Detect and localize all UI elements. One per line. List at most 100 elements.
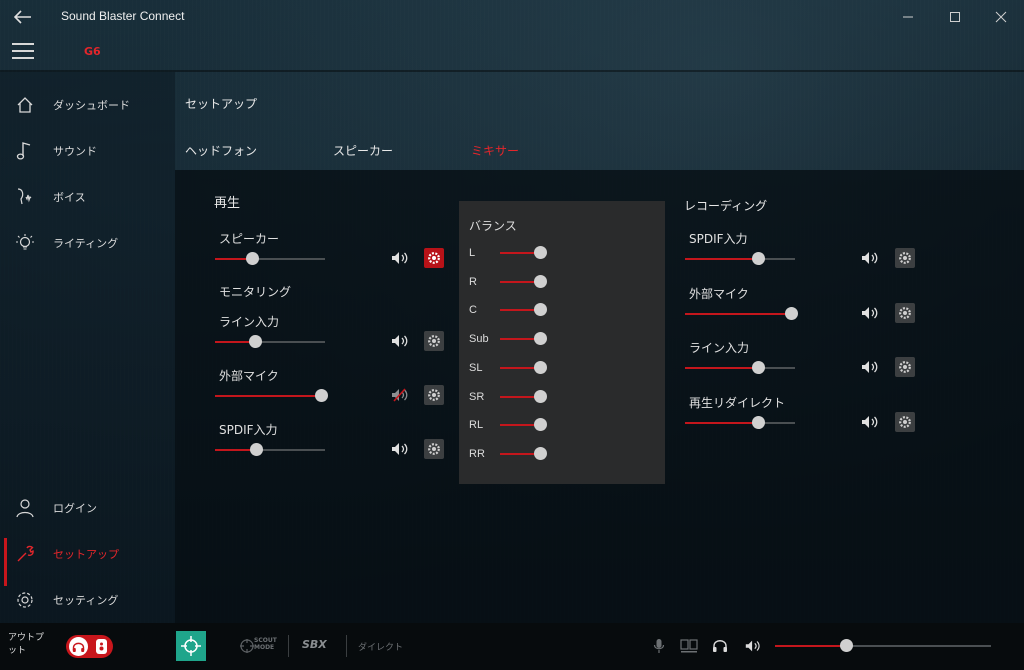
- balance-slider-l[interactable]: [500, 246, 547, 260]
- output-toggle[interactable]: [66, 635, 113, 658]
- balance-channel-label: Sub: [469, 333, 489, 346]
- sidebar-item-setup[interactable]: セットアップ: [0, 534, 175, 586]
- balance-slider-rl[interactable]: [500, 418, 547, 432]
- playback-spdif-slider[interactable]: [215, 443, 325, 457]
- recording-volume-icon[interactable]: [860, 413, 880, 431]
- balance-slider-rr[interactable]: [500, 446, 547, 461]
- sidebar-item-settings[interactable]: セッティング: [0, 580, 175, 620]
- sidebar-item-label: ダッシュボード: [53, 99, 130, 112]
- output-label: アウトプット: [8, 633, 45, 656]
- scout-mode-label[interactable]: SCOUT MODE: [254, 637, 280, 651]
- app-title: Sound Blaster Connect: [61, 9, 185, 23]
- playback-channel-label: スピーカー: [219, 232, 280, 246]
- back-button[interactable]: [10, 5, 36, 29]
- recording-slider[interactable]: [685, 252, 795, 266]
- balance-channel-label: C: [469, 304, 477, 317]
- sidebar-item-login[interactable]: ログイン: [0, 488, 175, 528]
- recording-volume-icon[interactable]: [860, 249, 880, 267]
- slider-knob[interactable]: [751, 252, 765, 265]
- slider-knob[interactable]: [784, 306, 798, 320]
- headset-icon[interactable]: [711, 637, 729, 655]
- active-indicator: [4, 538, 7, 586]
- hamburger-menu-button[interactable]: [12, 43, 34, 59]
- recording-settings-button[interactable]: [895, 302, 915, 323]
- playback-channel-label: SPDIF入力: [219, 423, 278, 437]
- playback-line-in-slider[interactable]: [215, 335, 325, 349]
- line-in-settings-button[interactable]: [424, 331, 444, 351]
- direct-mode-button[interactable]: ダイレクト: [358, 640, 403, 653]
- slider-knob[interactable]: [751, 361, 765, 374]
- page-title: セットアップ: [185, 97, 258, 111]
- balance-slider-sr[interactable]: [500, 389, 547, 404]
- sidebar: ダッシュボード サウンド ボイス ライティング ログイン セットアップ セッティ…: [0, 72, 175, 623]
- tab-headphones[interactable]: ヘッドフォン: [185, 142, 257, 159]
- microphone-icon[interactable]: [650, 637, 668, 655]
- sidebar-item-label: ログイン: [53, 502, 97, 515]
- slider-knob[interactable]: [840, 639, 854, 652]
- maximize-button[interactable]: [940, 6, 970, 28]
- slider-knob[interactable]: [249, 443, 263, 456]
- line-in-volume-icon[interactable]: [390, 332, 410, 350]
- slider-knob[interactable]: [534, 303, 547, 317]
- slider-knob[interactable]: [534, 246, 547, 259]
- slider-knob[interactable]: [534, 446, 547, 460]
- slider-knob[interactable]: [751, 415, 765, 429]
- slider-knob[interactable]: [534, 274, 547, 288]
- spdif-volume-icon[interactable]: [390, 440, 410, 458]
- balance-channel-label: RR: [469, 447, 485, 460]
- recording-channel-label: 外部マイク: [689, 286, 749, 301]
- balance-slider-sub[interactable]: [500, 332, 547, 346]
- sidebar-item-voice[interactable]: ボイス: [0, 177, 175, 217]
- dolby-icon[interactable]: [680, 637, 698, 655]
- tab-mixer[interactable]: ミキサー: [471, 142, 519, 159]
- recording-volume-icon[interactable]: [860, 358, 880, 376]
- sidebar-item-sound[interactable]: サウンド: [0, 131, 175, 171]
- speaker-settings-button[interactable]: [424, 248, 444, 268]
- playback-ext-mic-slider[interactable]: [215, 389, 328, 403]
- recording-slider[interactable]: [685, 415, 795, 430]
- sbx-button[interactable]: SBX: [302, 638, 327, 651]
- volume-icon: [862, 252, 878, 264]
- ext-mic-settings-button[interactable]: [424, 385, 444, 405]
- recording-slider[interactable]: [685, 361, 795, 375]
- crosshair-button[interactable]: [176, 631, 206, 661]
- balance-slider-r[interactable]: [500, 274, 547, 289]
- slider-knob[interactable]: [534, 360, 547, 374]
- tab-speakers[interactable]: スピーカー: [333, 142, 393, 159]
- slider-knob[interactable]: [248, 335, 262, 348]
- recording-slider[interactable]: [685, 306, 798, 321]
- slider-knob[interactable]: [314, 389, 328, 402]
- master-volume-icon[interactable]: [744, 637, 762, 655]
- voice-icon: [14, 186, 36, 208]
- slider-knob[interactable]: [246, 252, 260, 265]
- ext-mic-volume-icon[interactable]: [390, 386, 410, 404]
- close-button[interactable]: [986, 6, 1016, 28]
- sidebar-item-dashboard[interactable]: ダッシュボード: [0, 85, 175, 125]
- gear-icon: [899, 415, 911, 428]
- balance-channel-label: SL: [469, 361, 483, 374]
- bottom-separator: [346, 635, 347, 657]
- recording-volume-icon[interactable]: [860, 304, 880, 322]
- balance-slider-sl[interactable]: [500, 360, 547, 375]
- gear-icon: [899, 252, 911, 264]
- sidebar-item-lighting[interactable]: ライティング: [0, 223, 175, 263]
- playback-speaker-slider[interactable]: [215, 252, 325, 266]
- volume-icon: [392, 252, 408, 264]
- spdif-settings-button[interactable]: [424, 439, 444, 459]
- slider-knob[interactable]: [534, 332, 547, 346]
- gear-icon: [428, 389, 440, 401]
- balance-slider-c[interactable]: [500, 303, 547, 317]
- recording-settings-button[interactable]: [895, 248, 915, 268]
- slider-knob[interactable]: [534, 389, 547, 403]
- sidebar-item-label: サウンド: [53, 145, 97, 158]
- recording-settings-button[interactable]: [895, 411, 915, 432]
- recording-settings-button[interactable]: [895, 357, 915, 377]
- master-volume-slider[interactable]: [775, 639, 991, 653]
- minimize-button[interactable]: [893, 6, 923, 28]
- gear-icon: [899, 361, 911, 373]
- recording-channel-label: 再生リダイレクト: [689, 395, 786, 410]
- slider-knob[interactable]: [534, 418, 547, 432]
- balance-channel-label: L: [469, 247, 476, 259]
- bottom-separator: [288, 635, 289, 657]
- speaker-volume-icon[interactable]: [390, 249, 410, 267]
